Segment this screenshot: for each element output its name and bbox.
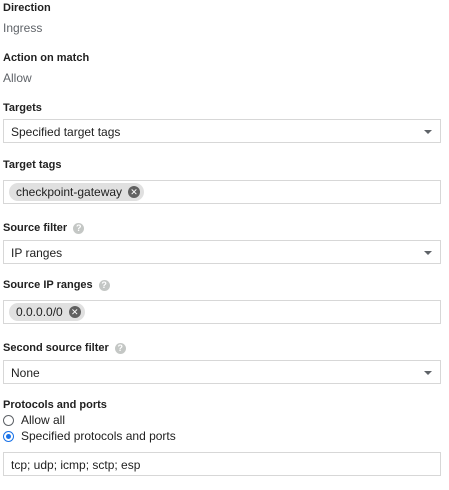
radio-specified-protocols-label: Specified protocols and ports: [21, 429, 176, 443]
source-filter-selected-value: IP ranges: [11, 246, 63, 260]
help-icon[interactable]: ?: [73, 222, 85, 234]
action-value: Allow: [3, 71, 32, 85]
close-icon[interactable]: ✕: [68, 306, 81, 318]
help-icon[interactable]: ?: [114, 342, 126, 354]
protocols-label: Protocols and ports: [3, 399, 107, 411]
chevron-down-icon: [424, 251, 432, 255]
protocols-ports-input[interactable]: tcp; udp; icmp; sctp; esp: [3, 452, 441, 476]
target-tags-label: Target tags: [3, 159, 62, 171]
targets-label: Targets: [3, 102, 42, 114]
radio-button-selected[interactable]: [3, 430, 14, 442]
action-label: Action on match: [3, 52, 90, 64]
source-filter-label: Source filter ?: [3, 222, 85, 234]
target-tag-chip-label: checkpoint-gateway: [16, 185, 123, 199]
direction-value: Ingress: [3, 21, 43, 35]
chevron-down-icon: [424, 371, 432, 375]
chevron-down-icon: [424, 130, 432, 134]
second-source-filter-select[interactable]: None: [3, 360, 441, 384]
ip-range-chip: 0.0.0.0/0 ✕: [9, 303, 85, 321]
second-source-filter-label-text: Second source filter: [3, 342, 109, 354]
protocols-ports-value: tcp; udp; icmp; sctp; esp: [11, 458, 141, 472]
targets-selected-value: Specified target tags: [11, 125, 121, 139]
radio-specified-protocols[interactable]: Specified protocols and ports: [3, 429, 176, 443]
direction-label: Direction: [3, 2, 51, 14]
radio-allow-all[interactable]: Allow all: [3, 413, 65, 427]
target-tags-input[interactable]: checkpoint-gateway ✕: [3, 180, 441, 204]
ip-range-chip-label: 0.0.0.0/0: [16, 305, 63, 319]
second-source-filter-selected-value: None: [11, 366, 40, 380]
radio-button[interactable]: [3, 414, 14, 426]
source-filter-label-text: Source filter: [3, 222, 68, 234]
source-ip-ranges-input[interactable]: 0.0.0.0/0 ✕: [3, 300, 441, 324]
target-tag-chip: checkpoint-gateway ✕: [9, 183, 145, 201]
targets-select[interactable]: Specified target tags: [3, 119, 441, 143]
source-ip-ranges-label-text: Source IP ranges: [3, 279, 93, 291]
source-ip-ranges-label: Source IP ranges ?: [3, 279, 110, 291]
source-filter-select[interactable]: IP ranges: [3, 240, 441, 264]
second-source-filter-label: Second source filter ?: [3, 342, 126, 354]
radio-allow-all-label: Allow all: [21, 413, 66, 427]
close-icon[interactable]: ✕: [128, 186, 141, 198]
help-icon[interactable]: ?: [98, 279, 110, 291]
